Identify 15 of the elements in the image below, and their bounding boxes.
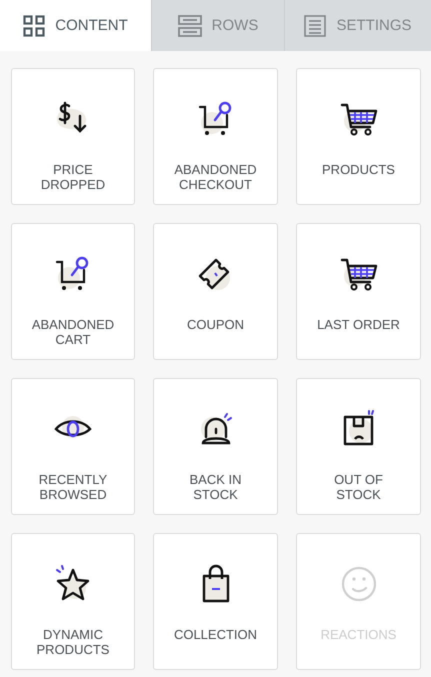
block-card[interactable]: LAST ORDER bbox=[296, 223, 421, 360]
block-card[interactable]: ABANDONED CHECKOUT bbox=[153, 68, 278, 205]
block-card[interactable]: COLLECTION bbox=[153, 533, 278, 670]
block-card[interactable]: PRODUCTS bbox=[296, 68, 421, 205]
rows-icon bbox=[178, 14, 202, 36]
block-card[interactable]: OUT OF STOCK bbox=[296, 378, 421, 515]
block-card[interactable]: BACK IN STOCK bbox=[153, 378, 278, 515]
block-card[interactable]: COUPON bbox=[153, 223, 278, 360]
grid-icon bbox=[23, 14, 46, 36]
block-card[interactable]: PRICE DROPPED bbox=[11, 68, 135, 205]
block-card[interactable]: DYNAMIC PRODUCTS bbox=[11, 533, 135, 670]
tab[interactable]: CONTENT bbox=[0, 0, 151, 51]
block-card[interactable]: RECENTLY BROWSED bbox=[11, 378, 135, 515]
block-card[interactable]: ABANDONED CART bbox=[11, 223, 135, 360]
document-icon bbox=[304, 14, 326, 36]
